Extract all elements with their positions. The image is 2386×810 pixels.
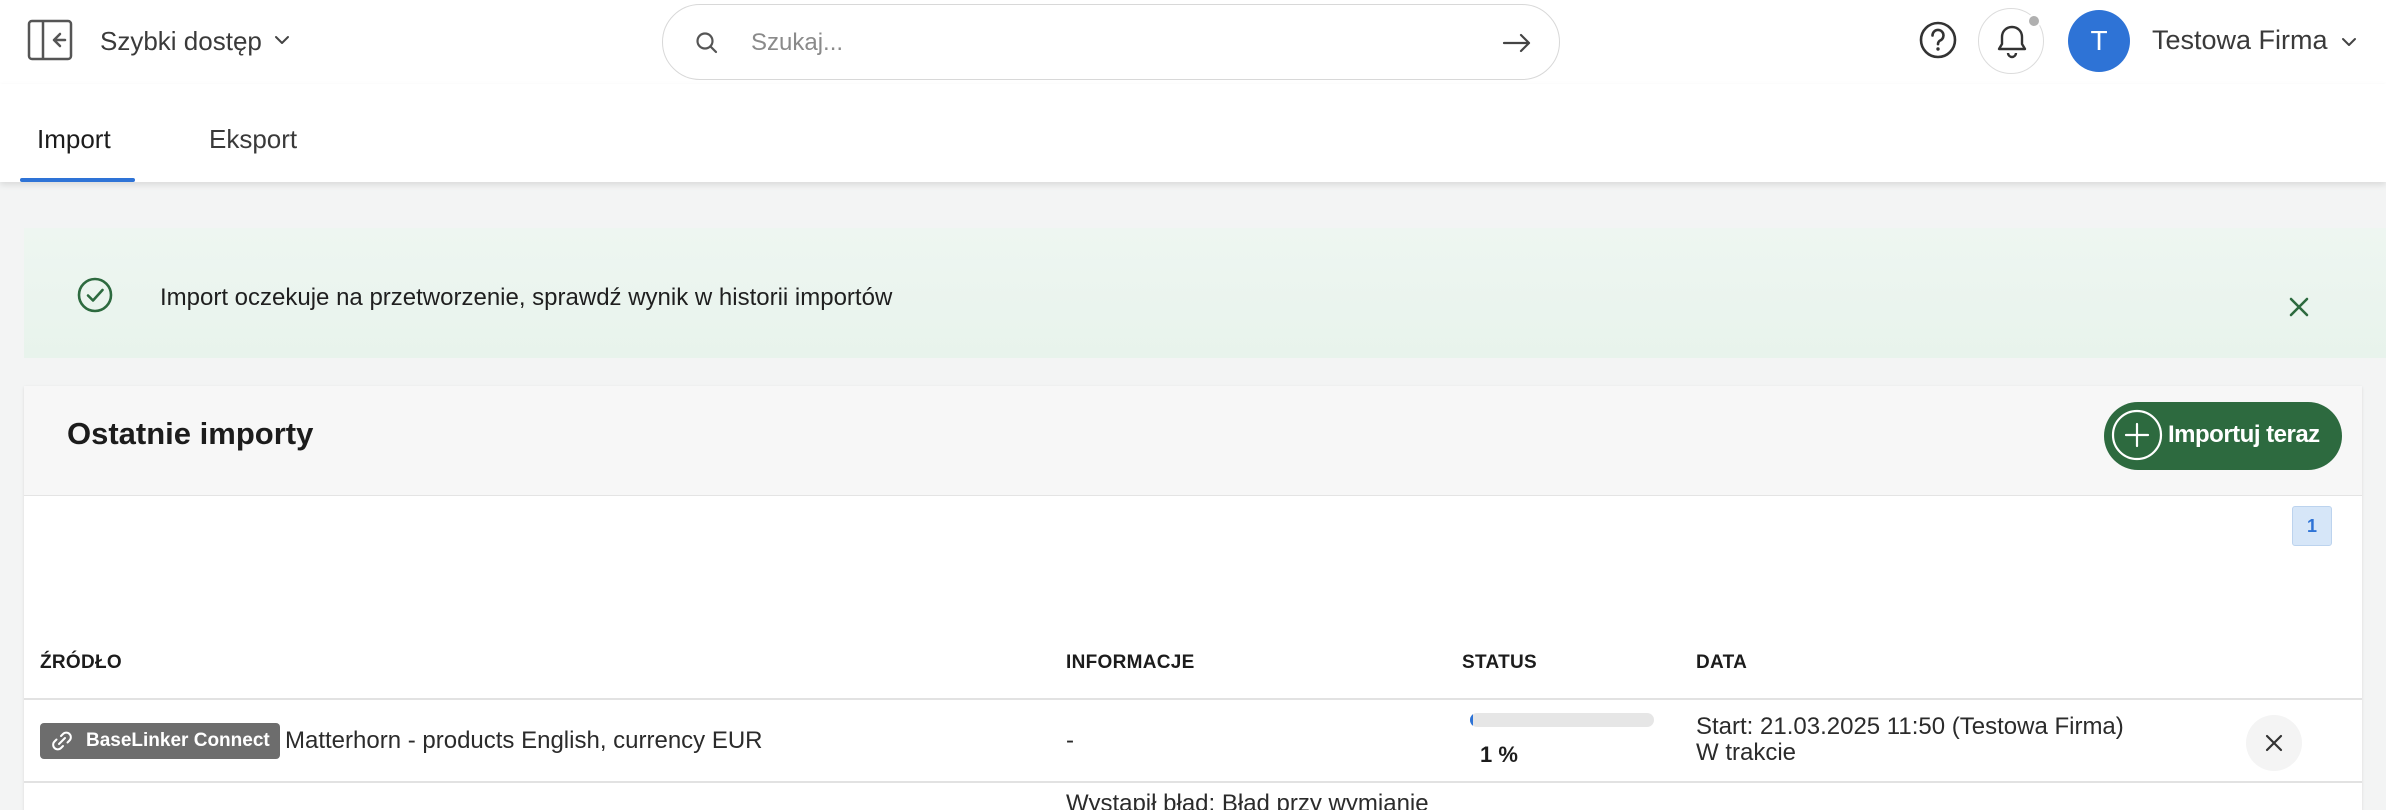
cancel-import-button[interactable] <box>2246 715 2302 771</box>
import-start-date: Start: 21.03.2025 11:50 (Testowa Firma) <box>1696 713 2124 740</box>
progress-fill <box>1470 713 1473 727</box>
help-icon[interactable] <box>1918 20 1958 60</box>
import-name: Matterhorn - products English, currency … <box>285 727 763 754</box>
divider <box>24 781 2362 783</box>
tabs-bar: Import Eksport <box>0 84 2386 182</box>
import-status-text: W trakcie <box>1696 739 1797 766</box>
column-header-source: ŹRÓDŁO <box>40 652 123 673</box>
close-icon <box>2265 734 2283 752</box>
page-number-button[interactable]: 1 <box>2292 506 2332 546</box>
bell-icon <box>1997 25 2027 59</box>
recent-imports-card: Ostatnie importy Importuj teraz 1 ŹRÓDŁO… <box>24 386 2362 810</box>
column-header-info: INFORMACJE <box>1066 652 1195 673</box>
quick-access-menu[interactable]: Szybki dostęp <box>100 26 262 57</box>
plus-circle-icon <box>2111 409 2163 461</box>
import-info: Wystąpił błąd: Błąd przy wymianie <box>1066 790 1429 810</box>
top-bar: Szybki dostęp T Testowa Firma <box>0 0 2386 84</box>
chevron-down-icon[interactable] <box>2340 33 2358 51</box>
source-badge: BaseLinker Connect <box>40 723 280 759</box>
column-header-date: DATA <box>1696 652 1748 673</box>
active-tab-indicator <box>20 178 135 182</box>
search-bar <box>662 4 1560 80</box>
check-circle-icon <box>77 277 113 313</box>
avatar[interactable]: T <box>2068 10 2130 72</box>
notifications-button[interactable] <box>1978 8 2044 74</box>
import-info: - <box>1066 727 1074 754</box>
card-title: Ostatnie importy <box>67 416 314 451</box>
success-alert: Import oczekuje na przetworzenie, sprawd… <box>24 228 2386 358</box>
notification-dot <box>2027 14 2041 28</box>
tab-import[interactable]: Import <box>37 124 111 155</box>
alert-message: Import oczekuje na przetworzenie, sprawd… <box>160 284 893 311</box>
column-header-status: STATUS <box>1462 652 1537 673</box>
company-name[interactable]: Testowa Firma <box>2152 25 2328 56</box>
import-now-label: Importuj teraz <box>2168 421 2320 448</box>
table-row: BaseLinker Connect Matterhorn - products… <box>24 699 2362 781</box>
tab-export[interactable]: Eksport <box>209 124 297 155</box>
link-icon <box>52 731 72 751</box>
search-input[interactable] <box>751 25 1441 61</box>
sidebar-toggle-icon[interactable] <box>27 19 73 61</box>
card-header: Ostatnie importy Importuj teraz <box>24 386 2362 496</box>
search-icon <box>696 32 718 54</box>
progress-percent: 1 % <box>1480 742 1518 767</box>
source-badge-label: BaseLinker Connect <box>86 730 270 751</box>
close-icon[interactable] <box>2286 294 2312 320</box>
arrow-right-icon[interactable] <box>1501 29 1533 57</box>
chevron-down-icon[interactable] <box>272 30 292 50</box>
import-now-button[interactable]: Importuj teraz <box>2104 402 2342 470</box>
progress-bar <box>1470 713 1654 727</box>
